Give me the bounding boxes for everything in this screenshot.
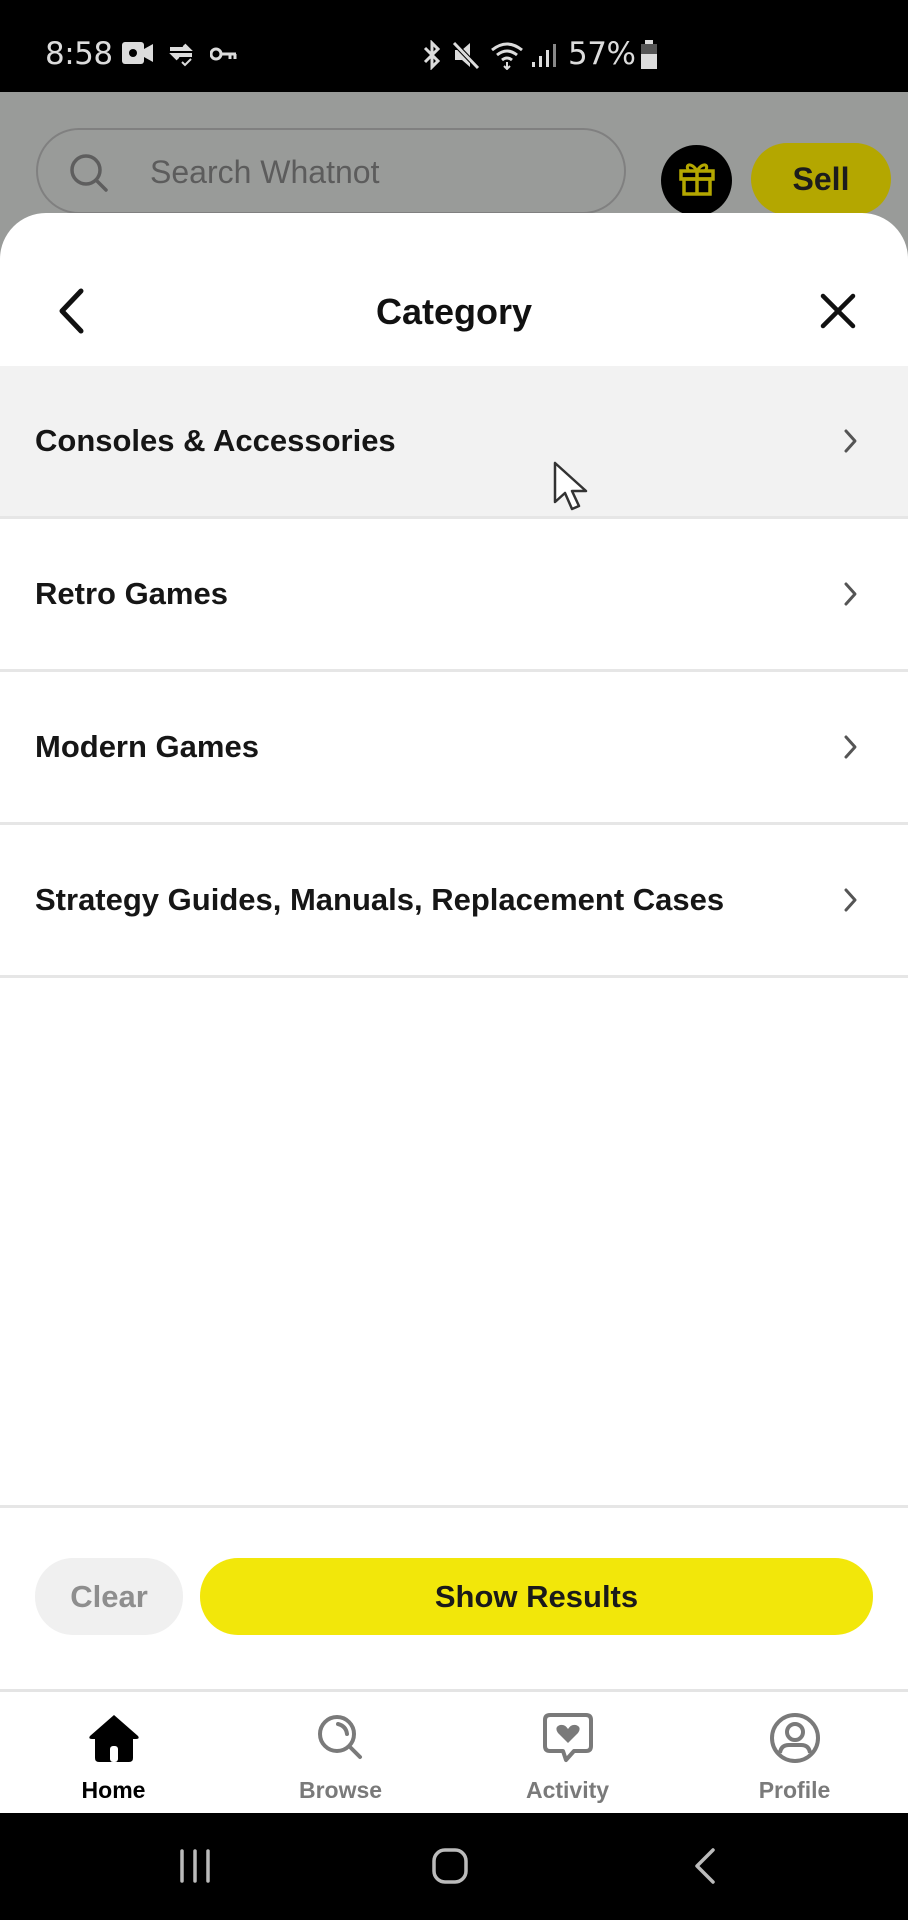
- profile-icon: [765, 1710, 825, 1766]
- chevron-right-icon: [840, 885, 860, 920]
- browse-icon: [311, 1710, 371, 1766]
- search-placeholder: Search Whatnot: [150, 154, 380, 190]
- sheet-title: Category: [375, 291, 533, 332]
- status-time: 8:58: [45, 36, 113, 72]
- mute-icon: [452, 40, 480, 75]
- category-label: Strategy Guides, Manuals, Replacement Ca…: [35, 882, 725, 917]
- bluetooth-icon: [421, 39, 443, 75]
- nav-label: Profile: [758, 1777, 831, 1803]
- status-bar: 8:58 57%: [0, 0, 908, 92]
- gift-button[interactable]: [661, 145, 732, 216]
- chevron-right-icon: [840, 426, 860, 461]
- chevron-right-icon: [840, 732, 860, 767]
- key-icon: [209, 46, 238, 67]
- nav-label: Home: [81, 1777, 146, 1803]
- home-icon: [84, 1710, 144, 1766]
- video-camera-icon: [122, 40, 154, 71]
- recents-icon: [178, 1848, 212, 1888]
- close-icon: [820, 293, 856, 334]
- battery-percent: 57%: [568, 36, 636, 72]
- sheet-header: Category: [0, 213, 908, 366]
- activity-icon: [538, 1710, 598, 1766]
- nav-item-profile[interactable]: Profile: [681, 1692, 908, 1816]
- clear-button[interactable]: Clear: [35, 1558, 183, 1635]
- footer-divider: [0, 1505, 908, 1508]
- back-icon: [693, 1847, 717, 1890]
- signal-icon: [530, 42, 558, 73]
- nav-item-activity[interactable]: Activity: [454, 1692, 681, 1816]
- battery-icon: [640, 40, 658, 75]
- category-row-modern-games[interactable]: Modern Games: [0, 672, 908, 825]
- category-list: Consoles & Accessories Retro Games Moder…: [0, 366, 908, 978]
- category-row-strategy-guides[interactable]: Strategy Guides, Manuals, Replacement Ca…: [0, 825, 908, 978]
- category-row-consoles-accessories[interactable]: Consoles & Accessories: [0, 366, 908, 519]
- sync-check-icon: [166, 41, 196, 72]
- nav-item-browse[interactable]: Browse: [227, 1692, 454, 1816]
- nav-item-home[interactable]: Home: [0, 1692, 227, 1816]
- home-circle-icon: [431, 1847, 469, 1890]
- category-row-retro-games[interactable]: Retro Games: [0, 519, 908, 672]
- category-sheet: Category Consoles & Accessories Retro Ga…: [0, 213, 908, 1689]
- gift-icon: [677, 158, 717, 203]
- search-icon: [68, 152, 112, 201]
- chevron-right-icon: [840, 579, 860, 614]
- category-label: Retro Games: [35, 576, 228, 611]
- mouse-cursor-icon: [552, 460, 592, 519]
- nav-label: Browse: [298, 1777, 383, 1803]
- bottom-nav: Home Browse Activity Profile: [0, 1689, 908, 1813]
- sell-button[interactable]: Sell: [751, 143, 891, 215]
- category-label: Consoles & Accessories: [35, 423, 396, 458]
- system-nav-bar: [0, 1813, 908, 1920]
- category-label: Modern Games: [35, 729, 259, 764]
- recents-button[interactable]: [165, 1843, 225, 1893]
- wifi-icon: [490, 40, 524, 75]
- back-button-system[interactable]: [675, 1843, 735, 1893]
- search-input[interactable]: Search Whatnot: [36, 128, 626, 214]
- nav-label: Activity: [525, 1777, 610, 1803]
- show-results-button[interactable]: Show Results: [200, 1558, 873, 1635]
- home-button[interactable]: [420, 1843, 480, 1893]
- close-button[interactable]: [808, 281, 868, 345]
